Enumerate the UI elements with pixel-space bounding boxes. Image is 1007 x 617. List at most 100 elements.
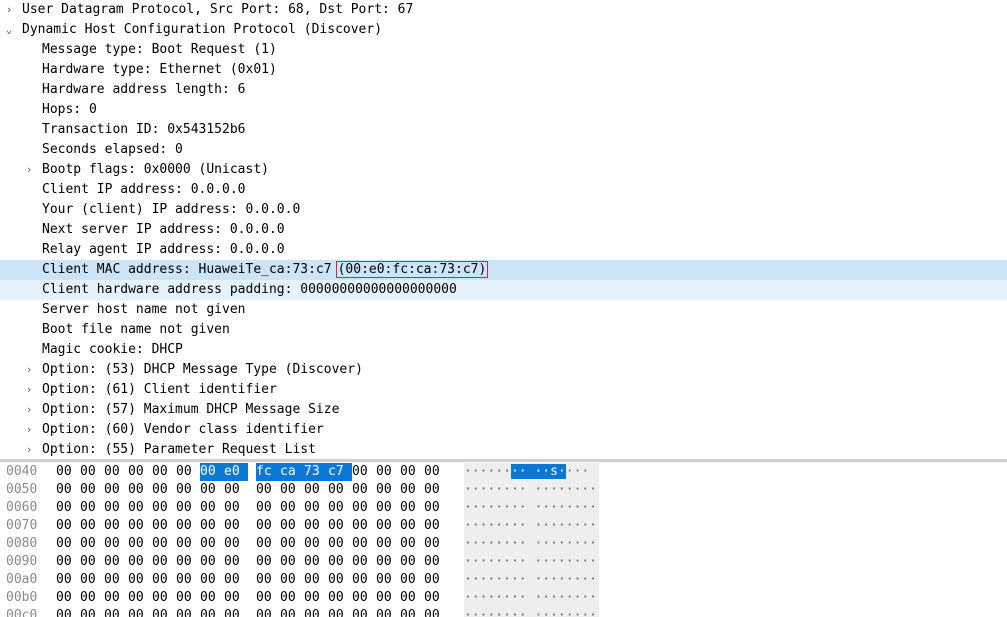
ascii-dump[interactable]: ········ ··s···· bbox=[464, 463, 599, 481]
hex-byte[interactable]: 00 bbox=[424, 589, 448, 607]
hex-byte[interactable]: 00 bbox=[280, 607, 304, 617]
hex-byte[interactable]: 00 bbox=[400, 589, 424, 607]
hex-byte[interactable]: 00 bbox=[376, 607, 400, 617]
hex-byte[interactable]: 00 bbox=[376, 499, 400, 517]
collapsed-arrow-icon[interactable]: › bbox=[2, 0, 16, 20]
hex-byte[interactable]: 00 bbox=[304, 589, 328, 607]
hex-byte[interactable]: 00 bbox=[104, 517, 128, 535]
hex-byte[interactable]: 00 bbox=[400, 481, 424, 499]
collapsed-arrow-icon[interactable]: › bbox=[22, 440, 36, 460]
hex-byte[interactable]: 00 bbox=[56, 517, 80, 535]
hex-byte[interactable]: 00 bbox=[176, 607, 200, 617]
hex-byte[interactable]: 00 bbox=[152, 517, 176, 535]
ascii-dump[interactable]: ········ ········ bbox=[464, 571, 599, 589]
hex-byte[interactable]: 00 bbox=[56, 571, 80, 589]
ascii-dump[interactable]: ········ ········ bbox=[464, 499, 599, 517]
collapsed-arrow-icon[interactable]: › bbox=[22, 380, 36, 400]
tree-row[interactable]: › User Datagram Protocol, Src Port: 68, D… bbox=[0, 0, 1007, 20]
hex-byte[interactable]: 00 bbox=[104, 553, 128, 571]
hex-byte[interactable]: 00 bbox=[400, 607, 424, 617]
hex-byte[interactable]: 00 bbox=[280, 553, 304, 571]
hex-byte[interactable]: 00 bbox=[176, 535, 200, 553]
hex-byte[interactable]: 00 bbox=[424, 535, 448, 553]
tree-row[interactable]: › Option: (55) Parameter Request List bbox=[0, 440, 1007, 460]
hex-byte[interactable]: 00 bbox=[304, 553, 328, 571]
hex-byte[interactable]: 00 bbox=[280, 517, 304, 535]
collapsed-arrow-icon[interactable]: › bbox=[22, 420, 36, 440]
hex-byte[interactable]: 00 bbox=[328, 607, 352, 617]
hex-byte[interactable]: 00 bbox=[424, 517, 448, 535]
hex-byte[interactable]: 00 bbox=[256, 553, 280, 571]
hex-byte[interactable]: 00 bbox=[376, 589, 400, 607]
hex-byte[interactable]: 00 bbox=[176, 481, 200, 499]
hex-byte[interactable]: 00 bbox=[152, 571, 176, 589]
hex-byte[interactable]: c7 bbox=[328, 463, 352, 481]
hex-byte[interactable]: 00 bbox=[352, 463, 376, 481]
hex-byte[interactable]: 00 bbox=[128, 481, 152, 499]
hex-byte[interactable]: 00 bbox=[200, 463, 224, 481]
hex-byte[interactable]: 00 bbox=[280, 481, 304, 499]
hex-byte[interactable]: 00 bbox=[352, 571, 376, 589]
hex-byte[interactable]: 00 bbox=[424, 607, 448, 617]
hex-byte[interactable]: 00 bbox=[200, 589, 224, 607]
hex-byte[interactable]: 00 bbox=[104, 589, 128, 607]
hex-byte[interactable]: e0 bbox=[224, 463, 248, 481]
hex-byte[interactable]: 00 bbox=[256, 517, 280, 535]
hex-byte[interactable]: 00 bbox=[424, 571, 448, 589]
tree-row[interactable]: › Option: (53) DHCP Message Type (Discove… bbox=[0, 360, 1007, 380]
hex-byte[interactable]: 00 bbox=[80, 589, 104, 607]
hex-byte[interactable]: 00 bbox=[80, 463, 104, 481]
tree-row[interactable]: › Option: (60) Vendor class identifier bbox=[0, 420, 1007, 440]
hex-byte[interactable]: 00 bbox=[224, 607, 248, 617]
tree-row[interactable]: Next server IP address: 0.0.0.0 bbox=[0, 220, 1007, 240]
hex-byte[interactable]: 00 bbox=[200, 535, 224, 553]
hex-byte[interactable]: 00 bbox=[400, 463, 424, 481]
hex-byte[interactable]: 00 bbox=[224, 535, 248, 553]
tree-row[interactable]: Message type: Boot Request (1) bbox=[0, 40, 1007, 60]
hex-byte[interactable]: 00 bbox=[256, 589, 280, 607]
hex-byte[interactable]: 00 bbox=[304, 499, 328, 517]
hex-byte[interactable]: 00 bbox=[304, 571, 328, 589]
expanded-arrow-icon[interactable]: ⌄ bbox=[2, 20, 16, 40]
hex-byte[interactable]: 00 bbox=[104, 481, 128, 499]
hex-byte[interactable]: ca bbox=[280, 463, 304, 481]
hex-byte[interactable]: 00 bbox=[280, 589, 304, 607]
hex-byte[interactable]: 00 bbox=[400, 553, 424, 571]
hex-byte[interactable]: 00 bbox=[152, 535, 176, 553]
ascii-dump[interactable]: ········ ········ bbox=[464, 535, 599, 553]
hex-byte[interactable]: 00 bbox=[280, 571, 304, 589]
hex-byte[interactable]: 00 bbox=[128, 535, 152, 553]
hex-byte[interactable]: 00 bbox=[80, 481, 104, 499]
hex-byte[interactable]: 00 bbox=[400, 535, 424, 553]
ascii-dump[interactable]: ········ ········ bbox=[464, 481, 599, 499]
tree-row[interactable]: Hardware address length: 6 bbox=[0, 80, 1007, 100]
hex-byte[interactable]: 00 bbox=[328, 535, 352, 553]
hex-byte[interactable]: 00 bbox=[56, 553, 80, 571]
hex-byte[interactable]: 00 bbox=[376, 553, 400, 571]
tree-row[interactable]: Boot file name not given bbox=[0, 320, 1007, 340]
ascii-dump[interactable]: ········ ········ bbox=[464, 517, 599, 535]
hex-byte[interactable]: 00 bbox=[104, 607, 128, 617]
hex-byte[interactable]: 00 bbox=[152, 607, 176, 617]
tree-row[interactable]: Relay agent IP address: 0.0.0.0 bbox=[0, 240, 1007, 260]
hex-byte[interactable]: 00 bbox=[104, 535, 128, 553]
hex-byte[interactable]: 00 bbox=[352, 499, 376, 517]
hex-byte[interactable]: 00 bbox=[104, 571, 128, 589]
hex-byte[interactable]: 00 bbox=[200, 607, 224, 617]
hex-byte[interactable]: 00 bbox=[304, 607, 328, 617]
hex-byte[interactable]: 00 bbox=[256, 607, 280, 617]
hex-byte[interactable]: 00 bbox=[176, 553, 200, 571]
collapsed-arrow-icon[interactable]: › bbox=[22, 400, 36, 420]
hex-byte[interactable]: 00 bbox=[176, 589, 200, 607]
tree-row[interactable]: Client hardware address padding: 0000000… bbox=[0, 280, 1007, 300]
hex-byte[interactable]: 00 bbox=[80, 517, 104, 535]
hex-byte[interactable]: 00 bbox=[224, 571, 248, 589]
hex-byte[interactable]: 00 bbox=[256, 535, 280, 553]
collapsed-arrow-icon[interactable]: › bbox=[22, 160, 36, 180]
hex-byte[interactable]: 00 bbox=[280, 499, 304, 517]
hex-byte[interactable]: 00 bbox=[400, 571, 424, 589]
hex-byte[interactable]: 00 bbox=[400, 517, 424, 535]
hex-byte[interactable]: 00 bbox=[128, 571, 152, 589]
hex-byte[interactable]: 00 bbox=[424, 499, 448, 517]
ascii-dump[interactable]: ········ ········ bbox=[464, 553, 599, 571]
